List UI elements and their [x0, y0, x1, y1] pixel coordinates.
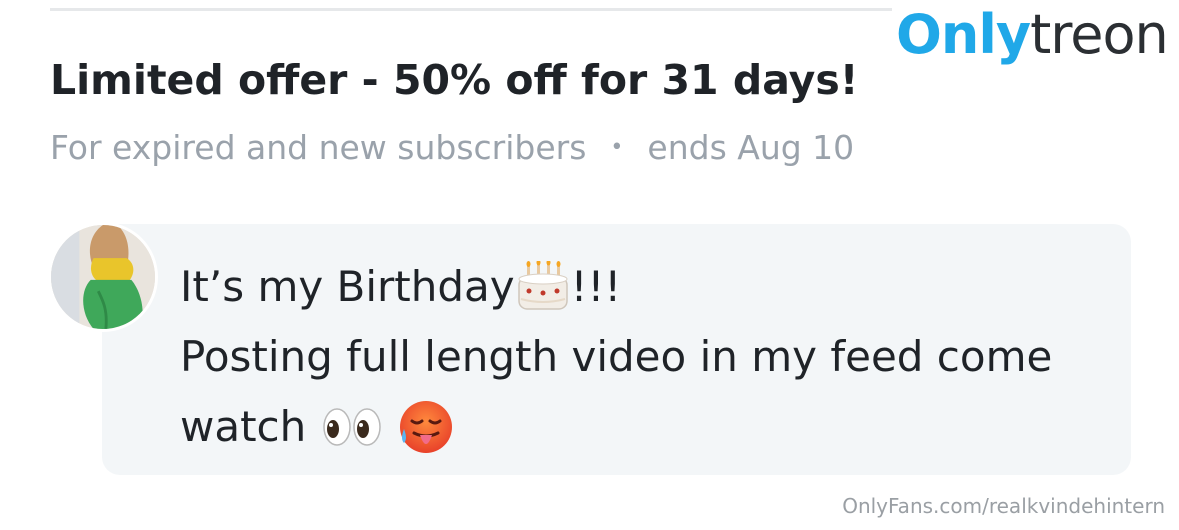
source-watermark: OnlyFans.com/realkvindehintern: [842, 494, 1165, 518]
offer-audience: For expired and new subscribers: [50, 128, 587, 167]
onlytreon-logo: Only treon: [896, 0, 1169, 70]
avatar[interactable]: [48, 222, 158, 332]
message-line-2: Posting full length video in my feed com…: [180, 332, 1053, 381]
offer-title: Limited offer - 50% off for 31 days!: [50, 56, 859, 104]
message-line-3: watch: [180, 392, 1110, 462]
logo-part-only: Only: [896, 3, 1031, 66]
message-line-1-suffix: !!!: [570, 262, 622, 311]
eyes-icon: [323, 408, 382, 446]
message-line-3-text: watch: [180, 402, 307, 451]
birthday-cake-icon: [517, 261, 568, 310]
message-line-1-text: It’s my Birthday: [180, 262, 515, 311]
separator-dot: •: [610, 135, 624, 160]
avatar-photo: [51, 225, 155, 329]
offer-end-date: ends Aug 10: [647, 128, 855, 167]
top-divider: [50, 8, 892, 11]
hot-face-icon: [400, 401, 453, 453]
message-line-1: It’s my Birthday !!!: [180, 252, 1110, 322]
offer-subtitle: For expired and new subscribers • ends A…: [50, 128, 854, 167]
logo-part-treon: treon: [1030, 3, 1169, 66]
message-text: It’s my Birthday !!! Posting full length…: [180, 252, 1110, 462]
